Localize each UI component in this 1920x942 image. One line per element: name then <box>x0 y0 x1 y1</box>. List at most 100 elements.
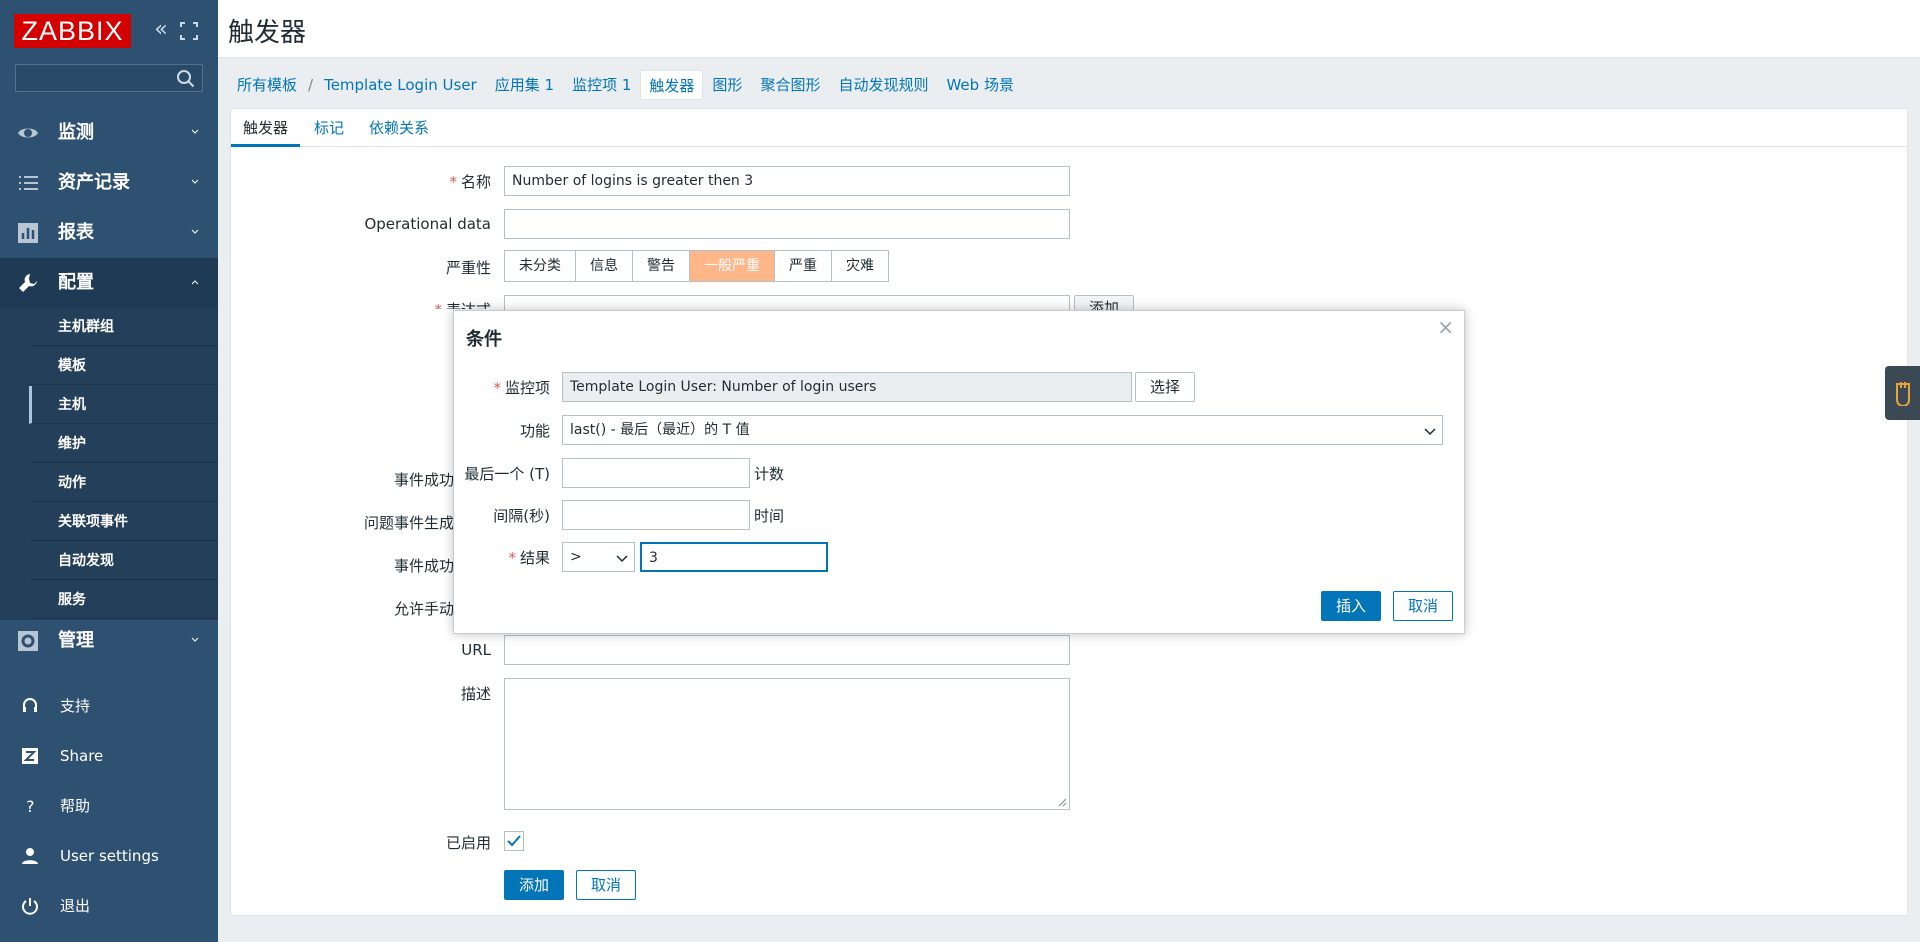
result-value-input[interactable]: 3 <box>640 542 828 572</box>
tabs: 触发器 标记 依赖关系 <box>231 109 1907 147</box>
guide-button[interactable] <box>1885 366 1920 420</box>
allow-manual-close-label: 允许手动 <box>393 600 454 618</box>
menu-user-settings[interactable]: User settings <box>0 834 218 878</box>
event-ok-close-label: 事件成功 <box>393 557 454 575</box>
expression-label: *表达式 <box>320 299 491 309</box>
submenu-item-correlation[interactable]: 关联项事件 <box>29 503 218 541</box>
operational-data-input[interactable] <box>504 209 1070 239</box>
item-input[interactable]: Template Login User: Number of login use… <box>562 372 1132 402</box>
menu-label: User settings <box>60 847 159 865</box>
menu-label: 报表 <box>58 222 94 243</box>
add-button[interactable]: 添加 <box>504 870 564 900</box>
url-input[interactable] <box>504 635 1070 665</box>
menu-share[interactable]: Share <box>0 734 218 778</box>
severity-high[interactable]: 严重 <box>775 251 832 281</box>
enabled-label: 已启用 <box>445 834 491 852</box>
breadcrumb-screens[interactable]: 聚合图形 <box>751 70 829 100</box>
breadcrumb-web[interactable]: Web 场景 <box>937 70 1022 100</box>
question-icon: ? <box>26 797 35 816</box>
tab-trigger[interactable]: 触发器 <box>231 109 301 147</box>
severity-information[interactable]: 信息 <box>576 251 633 281</box>
severity-label: 严重性 <box>445 259 491 277</box>
breadcrumb-count: 1 <box>621 76 632 94</box>
description-label: 描述 <box>460 685 491 703</box>
page-header: 触发器 <box>218 0 1920 58</box>
menu-configuration[interactable]: 配置 <box>0 258 218 308</box>
breadcrumb-discovery[interactable]: 自动发现规则 <box>829 70 937 100</box>
menu-label: 监测 <box>58 122 94 143</box>
submenu-item-hosts[interactable]: 主机 <box>29 386 218 424</box>
severity-average[interactable]: 一般严重 <box>690 251 775 281</box>
checkmark-icon <box>507 835 521 847</box>
headset-icon <box>23 698 37 712</box>
tab-tags[interactable]: 标记 <box>314 109 344 147</box>
expression-add-button[interactable]: 添加 <box>1074 295 1134 310</box>
submenu-item-maintenance[interactable]: 维护 <box>29 425 218 463</box>
breadcrumb-label: 应用集 <box>494 76 540 94</box>
menu-help[interactable]: ? 帮助 <box>0 784 218 828</box>
sidebar-search-input[interactable] <box>15 64 203 92</box>
logo-row: ZABBIX « <box>14 14 204 48</box>
enabled-checkbox[interactable] <box>504 831 524 851</box>
power-icon <box>22 898 38 915</box>
insert-button[interactable]: 插入 <box>1321 591 1381 621</box>
submenu-item-templates[interactable]: 模板 <box>29 347 218 385</box>
interval-suffix: 时间 <box>754 507 785 525</box>
collapse-sidebar-icon[interactable]: « <box>148 18 174 44</box>
interval-input[interactable] <box>562 500 750 530</box>
breadcrumb: 所有模板 / Template Login User 应用集 1 监控项 1 触… <box>228 68 1023 102</box>
menu-monitoring[interactable]: 监测 <box>0 108 218 158</box>
dialog-cancel-button[interactable]: 取消 <box>1393 591 1453 621</box>
breadcrumb-graphs[interactable]: 图形 <box>703 70 751 100</box>
last-t-label: 最后一个 (T) <box>464 465 550 483</box>
resize-handle-icon[interactable] <box>1057 797 1067 807</box>
menu-administration[interactable]: 管理 <box>0 616 218 666</box>
chevron-down-icon <box>191 229 199 234</box>
breadcrumb-all-templates[interactable]: 所有模板 <box>228 70 306 100</box>
submenu-item-discovery[interactable]: 自动发现 <box>29 542 218 580</box>
bar-chart-icon <box>18 223 38 243</box>
kiosk-mode-icon[interactable] <box>178 20 200 42</box>
list-icon <box>19 176 38 190</box>
select-item-button[interactable]: 选择 <box>1135 372 1195 402</box>
item-label: * 监控项 <box>493 379 550 397</box>
close-icon[interactable]: × <box>1437 315 1454 339</box>
problem-generation-label: 问题事件生成 <box>363 514 454 532</box>
condition-dialog: 条件 × * 监控项 Template Login User: Number of… <box>453 310 1465 634</box>
severity-not-classified[interactable]: 未分类 <box>505 251 576 281</box>
function-select[interactable]: last() - 最后（最近）的 T 值 <box>562 415 1443 445</box>
function-label: 功能 <box>519 422 550 440</box>
tab-dependencies[interactable]: 依赖关系 <box>369 109 429 147</box>
search-icon[interactable] <box>176 69 196 89</box>
name-input[interactable]: Number of logins is greater then 3 <box>504 166 1070 196</box>
severity-selector: 未分类 信息 警告 一般严重 严重 灾难 <box>504 250 889 282</box>
cancel-button[interactable]: 取消 <box>576 870 636 900</box>
submenu-item-services[interactable]: 服务 <box>29 581 218 619</box>
eye-icon <box>18 128 38 138</box>
zabbix-logo[interactable]: ZABBIX <box>14 14 131 48</box>
breadcrumb-template[interactable]: Template Login User <box>315 70 486 100</box>
breadcrumb-triggers[interactable]: 触发器 <box>640 70 704 100</box>
user-icon <box>22 848 38 864</box>
last-t-input[interactable] <box>562 458 750 488</box>
menu-sign-out[interactable]: 退出 <box>0 884 218 928</box>
submenu-item-host-groups[interactable]: 主机群组 <box>29 308 218 346</box>
menu-inventory[interactable]: 资产记录 <box>0 158 218 208</box>
menu-label: 退出 <box>60 897 91 915</box>
breadcrumb-applications[interactable]: 应用集 1 <box>486 70 563 100</box>
description-textarea[interactable] <box>504 678 1070 810</box>
breadcrumb-label: 监控项 <box>572 76 618 94</box>
menu-support[interactable]: 支持 <box>0 684 218 728</box>
submenu-item-actions[interactable]: 动作 <box>29 464 218 502</box>
breadcrumb-separator: / <box>308 76 314 94</box>
dialog-title: 条件 <box>466 329 502 350</box>
chevron-down-icon <box>616 555 628 563</box>
url-label: URL <box>461 641 491 659</box>
expression-input[interactable] <box>504 295 1070 310</box>
breadcrumb-items[interactable]: 监控项 1 <box>563 70 640 100</box>
result-operator-select[interactable]: > <box>562 542 635 572</box>
severity-warning[interactable]: 警告 <box>633 251 690 281</box>
severity-disaster[interactable]: 灾难 <box>832 251 888 281</box>
menu-reports[interactable]: 报表 <box>0 208 218 258</box>
sidebar: ZABBIX « 监测 资产记录 报表 配置 主机群组 模板 主机 维护 动作 … <box>0 0 218 942</box>
